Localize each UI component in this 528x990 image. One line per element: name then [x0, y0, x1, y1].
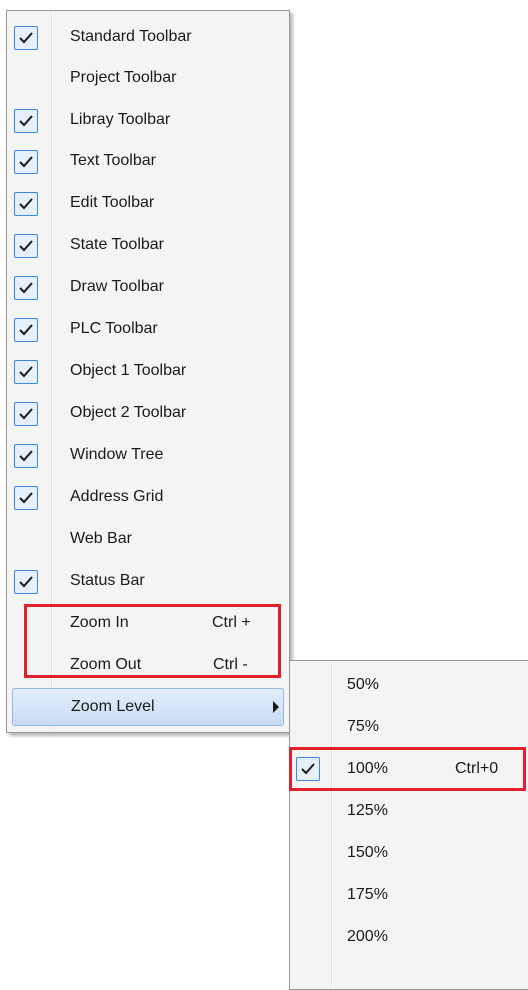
- submenu-item-175[interactable]: 175%: [293, 874, 528, 916]
- submenu-item-200[interactable]: 200%: [293, 916, 528, 958]
- menu-item-label: Window Tree: [70, 446, 164, 463]
- menu-item-object-2-toolbar[interactable]: Object 2 Toolbar: [10, 394, 286, 434]
- menu-item-edit-toolbar[interactable]: Edit Toolbar: [10, 184, 286, 224]
- menu-item-label: Standard Toolbar: [70, 28, 192, 45]
- menu-item-label: Edit Toolbar: [70, 194, 155, 211]
- submenu-item-50[interactable]: 50%: [293, 664, 528, 706]
- menu-item-window-tree[interactable]: Window Tree: [10, 436, 286, 476]
- submenu-item-label: 150%: [347, 844, 388, 861]
- menu-item-label: State Toolbar: [70, 236, 164, 253]
- menu-item-status-bar[interactable]: Status Bar: [10, 562, 286, 602]
- menu-item-label: PLC Toolbar: [70, 320, 158, 337]
- menu-item-object-1-toolbar[interactable]: Object 1 Toolbar: [10, 352, 286, 392]
- check-mark-icon: [14, 234, 38, 258]
- menu-item-draw-toolbar[interactable]: Draw Toolbar: [10, 268, 286, 308]
- check-mark-icon: [14, 444, 38, 468]
- red-annotation-box: [24, 604, 281, 678]
- check-mark-icon: [14, 486, 38, 510]
- check-mark-icon: [14, 150, 38, 174]
- menu-item-libray-toolbar[interactable]: Libray Toolbar: [10, 101, 286, 141]
- check-mark-icon: [14, 360, 38, 384]
- check-mark-icon: [14, 109, 38, 133]
- menu-item-project-toolbar[interactable]: Project Toolbar: [10, 59, 286, 99]
- check-mark-icon: [14, 192, 38, 216]
- menu-item-web-bar[interactable]: Web Bar: [10, 520, 286, 560]
- submenu-item-150[interactable]: 150%: [293, 832, 528, 874]
- menu-item-label: Web Bar: [70, 530, 132, 547]
- submenu-item-label: 75%: [347, 718, 380, 735]
- red-annotation-box: [289, 747, 526, 791]
- menu-item-label: Status Bar: [70, 572, 145, 589]
- menu-item-label: Project Toolbar: [70, 69, 177, 86]
- menu-item-standard-toolbar[interactable]: Standard Toolbar: [10, 18, 286, 58]
- zoom-level-submenu: 50% 75% 100% Ctrl+0 125% 150% 175% 200%: [289, 660, 528, 990]
- submenu-item-125[interactable]: 125%: [293, 790, 528, 832]
- check-mark-icon: [14, 570, 38, 594]
- check-mark-icon: [14, 26, 38, 50]
- check-mark-icon: [14, 402, 38, 426]
- menu-item-text-toolbar[interactable]: Text Toolbar: [10, 142, 286, 182]
- check-mark-icon: [14, 276, 38, 300]
- view-context-menu: Standard Toolbar Project Toolbar Libray …: [6, 10, 290, 733]
- menu-item-label: Address Grid: [70, 488, 164, 505]
- menu-item-label: Text Toolbar: [70, 152, 156, 169]
- menu-item-zoom-level[interactable]: Zoom Level: [12, 688, 284, 726]
- menu-item-address-grid[interactable]: Address Grid: [10, 478, 286, 518]
- menu-item-label: Zoom Level: [71, 698, 155, 715]
- submenu-item-75[interactable]: 75%: [293, 706, 528, 748]
- menu-item-label: Libray Toolbar: [70, 111, 171, 128]
- menu-item-label: Object 2 Toolbar: [70, 404, 187, 421]
- submenu-item-label: 200%: [347, 928, 388, 945]
- menu-item-plc-toolbar[interactable]: PLC Toolbar: [10, 310, 286, 350]
- submenu-arrow-icon: [273, 701, 279, 713]
- submenu-item-label: 175%: [347, 886, 388, 903]
- submenu-item-label: 125%: [347, 802, 388, 819]
- menu-item-label: Draw Toolbar: [70, 278, 164, 295]
- check-mark-icon: [14, 318, 38, 342]
- submenu-item-label: 50%: [347, 676, 380, 693]
- menu-item-label: Object 1 Toolbar: [70, 362, 187, 379]
- menu-item-state-toolbar[interactable]: State Toolbar: [10, 226, 286, 266]
